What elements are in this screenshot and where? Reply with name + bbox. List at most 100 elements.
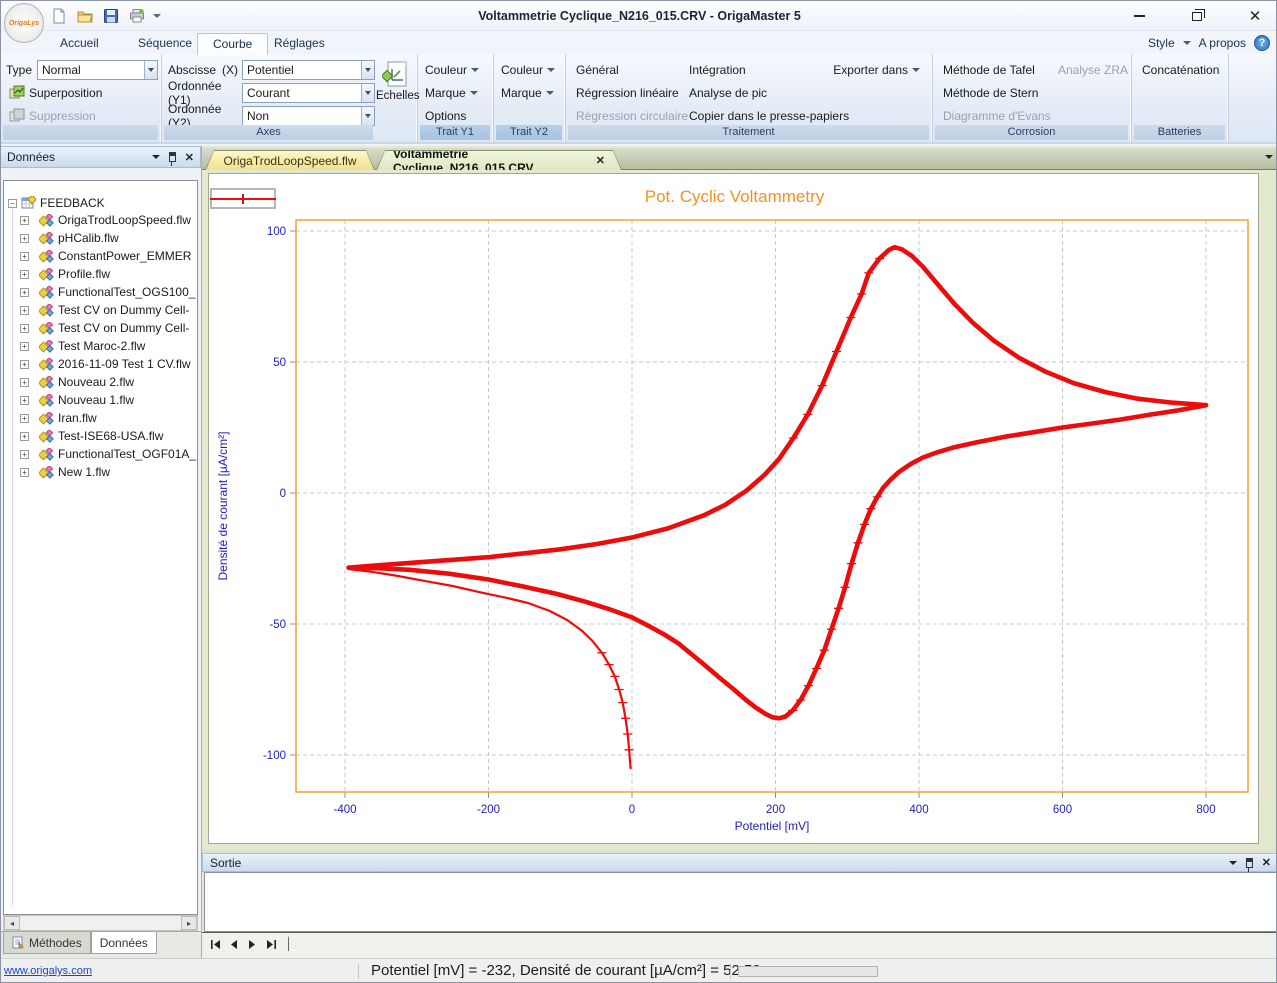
expand-icon[interactable]: + [20, 252, 29, 261]
expand-icon[interactable]: + [20, 378, 29, 387]
trait-y2-marque-button[interactable]: Marque [497, 85, 558, 101]
restore-button[interactable] [1182, 5, 1212, 27]
tree-item-label: Test-ISE68-USA.flw [58, 429, 163, 443]
next-sheet-icon[interactable] [244, 936, 260, 952]
trait-y2-couleur-button[interactable]: Couleur [497, 62, 559, 78]
panel-menu-icon[interactable] [1229, 861, 1237, 865]
type-select[interactable]: Normal [37, 60, 158, 80]
tab-reglages[interactable]: Réglages [259, 33, 340, 54]
close-tab-icon[interactable]: ✕ [596, 154, 605, 167]
ribbon-group-batteries: Concaténation Batteries [1132, 54, 1229, 142]
expand-icon[interactable]: + [20, 216, 29, 225]
tree-item[interactable]: +Test Maroc-2.flw [4, 337, 197, 355]
expand-icon[interactable]: + [20, 414, 29, 423]
pin-icon[interactable] [169, 152, 176, 162]
doc-tab-origatrodloopspeed[interactable]: OrigaTrodLoopSpeed.flw [205, 150, 375, 170]
chevron-down-icon[interactable] [361, 61, 374, 79]
expand-icon[interactable]: + [20, 360, 29, 369]
expand-icon[interactable]: + [20, 468, 29, 477]
expand-icon[interactable]: + [20, 234, 29, 243]
origalys-orb-button[interactable]: OrigaLys [4, 3, 44, 43]
expand-icon[interactable]: + [20, 324, 29, 333]
collapse-icon[interactable]: − [8, 199, 17, 208]
expand-icon[interactable]: + [20, 432, 29, 441]
tab-donnees[interactable]: Données [91, 932, 157, 954]
flow-file-icon [39, 322, 54, 335]
status-separator [730, 964, 731, 979]
integration-button[interactable]: Intégration [685, 62, 750, 78]
donnees-panel-header: Données ✕ [1, 146, 201, 168]
trait-y1-options-button[interactable]: Options [421, 108, 470, 124]
first-sheet-icon[interactable] [208, 936, 224, 952]
tree-item[interactable]: +OrigaTrodLoopSpeed.flw [4, 211, 197, 229]
regression-lineaire-button[interactable]: Régression linéaire [572, 85, 683, 101]
trait-y1-couleur-button[interactable]: Couleur [421, 62, 483, 78]
ordonnee-y1-select[interactable]: Courant [242, 83, 375, 103]
panel-menu-icon[interactable] [152, 155, 160, 159]
tree-item[interactable]: +FunctionalTest_OGS100_ [4, 283, 197, 301]
tree-item[interactable]: +Profile.flw [4, 265, 197, 283]
tree-item[interactable]: +pHCalib.flw [4, 229, 197, 247]
tree-item[interactable]: + Test CV on Dummy Cell- [4, 301, 197, 319]
scrollbar-track[interactable] [20, 916, 181, 930]
ordonnee-y2-select[interactable]: Non [242, 106, 375, 126]
methode-tafel-button[interactable]: Méthode de Tafel [939, 62, 1039, 78]
close-icon[interactable]: ✕ [1262, 856, 1271, 869]
tree-item[interactable]: + Test-ISE68-USA.flw [4, 427, 197, 445]
last-sheet-icon[interactable] [262, 936, 278, 952]
exporter-dans-label: Exporter dans [833, 63, 908, 77]
minimize-button[interactable] [1124, 5, 1154, 27]
expand-icon[interactable]: + [20, 270, 29, 279]
tree-item[interactable]: +Iran.flw [4, 409, 197, 427]
superposition-button[interactable]: Superposition [5, 84, 106, 102]
concatenation-button[interactable]: Concaténation [1138, 62, 1223, 78]
tab-courbe[interactable]: Courbe [197, 33, 268, 55]
tree-item[interactable]: +FunctionalTest_OGF01A_ [4, 445, 197, 463]
close-button[interactable]: ✕ [1240, 5, 1270, 27]
doc-tab-voltammetrie-active[interactable]: Voltammetrie Cyclique_N216_015.CRV ✕ [376, 150, 622, 170]
chevron-down-icon[interactable] [144, 61, 157, 79]
close-icon[interactable]: ✕ [185, 151, 194, 164]
expand-icon[interactable]: + [20, 306, 29, 315]
echelles-button[interactable]: Echelles [376, 60, 414, 102]
previous-sheet-icon[interactable] [226, 936, 242, 952]
exporter-dans-button[interactable]: Exporter dans [829, 62, 924, 78]
chevron-down-icon[interactable] [361, 107, 374, 125]
analyse-de-pic-button[interactable]: Analyse de pic [685, 85, 771, 101]
help-icon[interactable]: ? [1254, 35, 1270, 51]
tree-item-label: Test CV on Dummy Cell- [58, 303, 189, 317]
origalys-link[interactable]: www.origalys.com [4, 965, 92, 977]
about-menu[interactable]: A propos [1199, 36, 1246, 50]
scroll-right-icon[interactable]: ▸ [181, 916, 197, 930]
general-button[interactable]: Général [572, 62, 623, 78]
tree-item[interactable]: +Test CV on Dummy Cell- [4, 319, 197, 337]
methode-stern-button[interactable]: Méthode de Stern [939, 85, 1042, 101]
chevron-down-icon[interactable] [361, 84, 374, 102]
tab-sequence[interactable]: Séquence [123, 33, 207, 54]
tab-accueil[interactable]: Accueil [45, 33, 114, 54]
tree-root-feedback[interactable]: −FEEDBACK [4, 181, 197, 211]
y-tick-label: -100 [263, 750, 286, 762]
tree-horizontal-scrollbar[interactable]: ◂ ▸ [3, 915, 198, 931]
tree-item[interactable]: +Nouveau 1.flw [4, 391, 197, 409]
abscisse-select[interactable]: Potentiel [242, 60, 375, 80]
cv-plot[interactable]: -400-2000200400600800100500-50-100 [209, 174, 1260, 845]
expand-icon[interactable]: + [20, 450, 29, 459]
scroll-left-icon[interactable]: ◂ [4, 916, 20, 930]
tab-list-dropdown-icon[interactable] [1265, 155, 1273, 159]
expand-icon[interactable]: + [20, 396, 29, 405]
info1-sheet-tab[interactable]: Info1 [288, 936, 353, 955]
tree-item[interactable]: +New 1.flw [4, 463, 197, 481]
pin-icon[interactable] [1246, 858, 1253, 868]
tree-item[interactable]: +Nouveau 2.flw [4, 373, 197, 391]
tab-methodes[interactable]: Méthodes [3, 932, 91, 954]
expand-icon[interactable]: + [20, 288, 29, 297]
tree-item[interactable]: +ConstantPower_EMMER [4, 247, 197, 265]
trait-y1-marque-button[interactable]: Marque [421, 85, 482, 101]
expand-icon[interactable]: + [20, 342, 29, 351]
cursor-readout: Potentiel [mV] = -232, Densité de couran… [371, 962, 761, 979]
style-dropdown-icon[interactable] [1183, 41, 1191, 45]
copier-presse-papiers-button[interactable]: Copier dans le presse-papiers [685, 108, 853, 124]
style-menu[interactable]: Style [1148, 36, 1175, 50]
tree-item[interactable]: +2016-11-09 Test 1 CV.flw [4, 355, 197, 373]
